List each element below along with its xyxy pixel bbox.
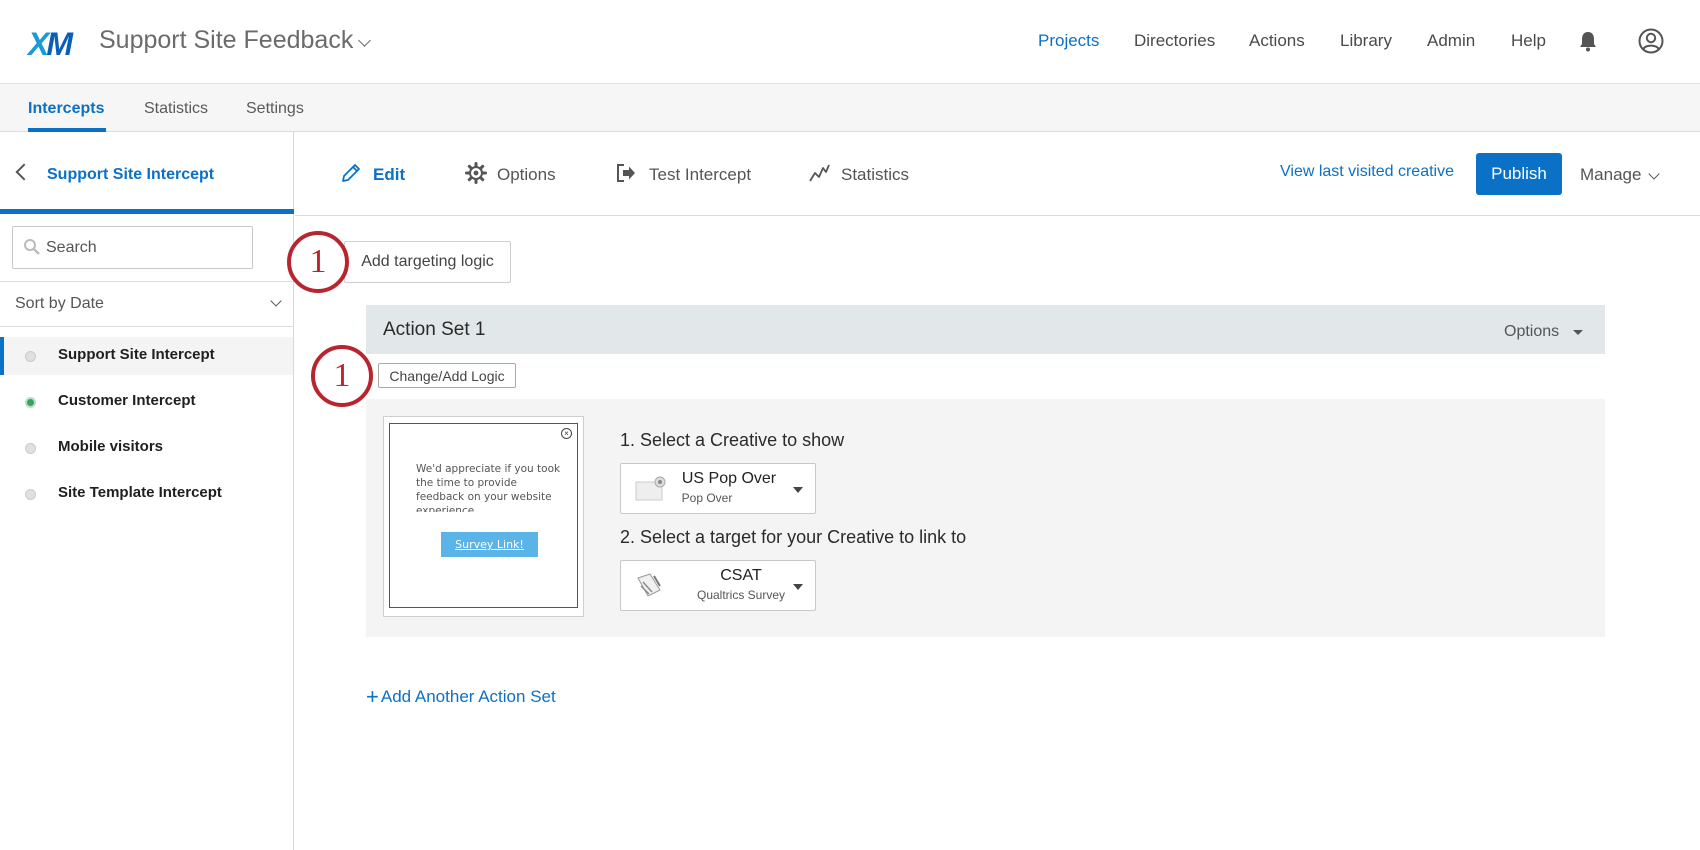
sub-tab-bar: Intercepts Statistics Settings: [0, 84, 1700, 132]
nav-actions[interactable]: Actions: [1249, 31, 1305, 51]
change-add-logic-button[interactable]: Change/Add Logic: [378, 363, 516, 388]
chevron-down-icon[interactable]: [358, 34, 371, 47]
step-2-label: 2. Select a target for your Creative to …: [620, 527, 967, 547]
view-last-visited-link[interactable]: View last visited creative: [1280, 163, 1454, 181]
statistics-tab[interactable]: Statistics: [841, 165, 909, 185]
tab-intercepts[interactable]: Intercepts: [28, 100, 104, 118]
target-name: CSAT: [720, 567, 762, 584]
add-targeting-logic-button[interactable]: Add targeting logic: [344, 241, 511, 283]
add-another-label: Add Another Action Set: [380, 687, 556, 706]
sidebar-item-customer-intercept[interactable]: Customer Intercept: [0, 383, 293, 421]
user-avatar-icon[interactable]: [1638, 28, 1664, 54]
nav-admin[interactable]: Admin: [1427, 31, 1475, 51]
preview-message: We'd appreciate if you took the time to …: [416, 463, 561, 512]
back-chevron-icon[interactable]: [15, 163, 33, 181]
close-icon: ×: [561, 428, 572, 439]
gear-icon[interactable]: [465, 162, 487, 184]
nav-directories[interactable]: Directories: [1134, 31, 1215, 51]
caret-down-icon: [793, 487, 803, 493]
nav-projects[interactable]: Projects: [1038, 31, 1099, 51]
preview-survey-link: Survey Link!: [441, 532, 538, 557]
caret-down-icon: [793, 584, 803, 590]
target-select[interactable]: CSAT Qualtrics Survey: [620, 560, 816, 611]
status-dot-icon: [25, 351, 36, 362]
manage-menu[interactable]: Manage: [1580, 165, 1641, 185]
callout-badge-1: 1: [287, 231, 349, 293]
tab-settings[interactable]: Settings: [246, 100, 304, 118]
status-dot-icon: [25, 489, 36, 500]
creative-type: Pop Over: [681, 491, 733, 505]
creative-preview-frame: × We'd appreciate if you took the time t…: [389, 423, 578, 608]
sidebar-item-mobile-visitors[interactable]: Mobile visitors: [0, 429, 293, 467]
line-chart-icon[interactable]: [808, 162, 830, 184]
sidebar-item-label: Customer Intercept: [58, 392, 196, 409]
sort-dropdown[interactable]: Sort by Date: [0, 281, 294, 327]
search-input[interactable]: [46, 237, 246, 259]
edit-tab[interactable]: Edit: [373, 165, 405, 185]
tab-statistics[interactable]: Statistics: [144, 100, 208, 118]
creative-name: US Pop Over: [681, 470, 777, 487]
action-set-title: Action Set 1: [383, 319, 486, 340]
caret-down-icon[interactable]: [1573, 330, 1583, 335]
sidebar-item-label: Support Site Intercept: [58, 346, 215, 363]
intercept-sidebar: Support Site Intercept Sort by Date Supp…: [0, 132, 294, 850]
creative-preview[interactable]: × We'd appreciate if you took the time t…: [383, 416, 584, 617]
action-set-options-menu[interactable]: Options: [1504, 323, 1559, 341]
publish-button[interactable]: Publish: [1476, 153, 1562, 195]
search-box[interactable]: [12, 226, 253, 269]
chevron-down-icon: [270, 295, 282, 307]
status-dot-icon: [25, 443, 36, 454]
pencil-icon[interactable]: [340, 162, 362, 184]
project-title[interactable]: Support Site Feedback: [99, 26, 353, 55]
sidebar-item-site-template-intercept[interactable]: Site Template Intercept: [0, 475, 293, 513]
action-set-header: Action Set 1 Options: [366, 305, 1605, 354]
sidebar-divider: [0, 209, 294, 214]
status-dot-icon: [25, 397, 36, 408]
search-icon: [24, 239, 40, 255]
sidebar-item-label: Mobile visitors: [58, 438, 164, 455]
plus-icon: +: [366, 684, 379, 709]
sort-label: Sort by Date: [15, 295, 104, 312]
callout-badge-2: 1: [311, 345, 373, 407]
top-header: XM Support Site Feedback Projects Direct…: [0, 0, 1700, 84]
nav-help[interactable]: Help: [1511, 31, 1546, 51]
step-1-label: 1. Select a Creative to show: [620, 430, 845, 450]
sidebar-item-support-site-intercept[interactable]: Support Site Intercept: [0, 337, 293, 375]
options-tab[interactable]: Options: [497, 165, 556, 185]
exit-arrow-icon[interactable]: [615, 162, 637, 184]
creative-select[interactable]: US Pop Over Pop Over: [620, 463, 816, 514]
target-type: Qualtrics Survey: [696, 588, 786, 602]
nav-library[interactable]: Library: [1340, 31, 1392, 51]
sidebar-item-label: Site Template Intercept: [58, 484, 222, 501]
test-intercept-tab[interactable]: Test Intercept: [649, 165, 751, 185]
xm-logo[interactable]: XM: [28, 26, 73, 63]
add-another-action-set-link[interactable]: + Add Another Action Set: [366, 684, 556, 710]
sidebar-title[interactable]: Support Site Intercept: [47, 166, 214, 184]
bell-icon[interactable]: [1577, 30, 1599, 52]
